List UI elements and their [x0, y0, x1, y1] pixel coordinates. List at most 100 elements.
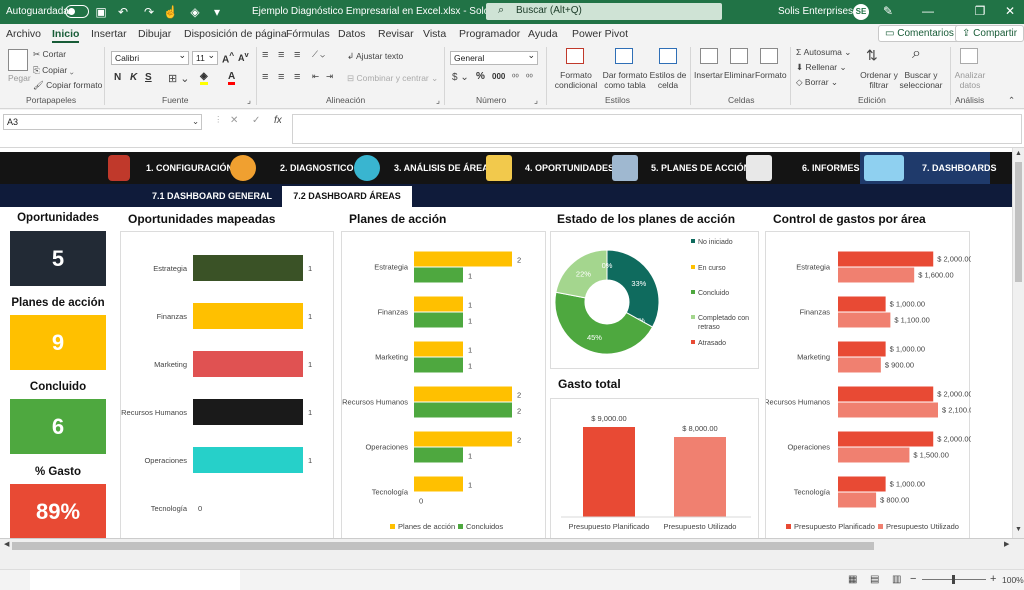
nav-oportunidades[interactable]: 4. OPORTUNIDADES: [525, 152, 614, 184]
orientation-icon[interactable]: ⟋ ⌄: [312, 49, 325, 60]
zoom-level[interactable]: 100%: [1002, 575, 1024, 585]
insert-label[interactable]: Insertar: [694, 70, 723, 80]
borders-icon[interactable]: ⊞ ⌄: [168, 72, 190, 85]
format-table-label[interactable]: Dar formato como tabla: [600, 70, 650, 90]
decrease-decimal-icon[interactable]: ⁰⁰: [526, 72, 533, 83]
align-left-icon[interactable]: ≡: [262, 71, 268, 83]
currency-icon[interactable]: $ ⌄: [452, 72, 469, 83]
scroll-right-icon[interactable]: ▶: [1004, 540, 1009, 548]
number-format-select[interactable]: General: [450, 50, 538, 65]
copy-button[interactable]: ⎘ Copiar ⌄: [33, 65, 74, 76]
customize-qat-icon[interactable]: ▾: [210, 5, 224, 19]
name-box[interactable]: A3: [3, 114, 202, 130]
comma-style-icon[interactable]: 000: [492, 72, 505, 81]
analyze-data-icon[interactable]: [960, 48, 978, 64]
format-cells-icon[interactable]: [760, 48, 778, 64]
restore-icon[interactable]: ❐: [972, 4, 988, 18]
menu-archivo[interactable]: Archivo: [6, 28, 41, 40]
dialog-launcher-icon[interactable]: ⌟: [436, 95, 440, 106]
fill-color-icon[interactable]: ◈: [188, 5, 202, 19]
conditional-format-icon[interactable]: [566, 48, 584, 64]
touch-mode-icon[interactable]: ☝: [163, 5, 178, 19]
cut-button[interactable]: ✂ Cortar: [33, 49, 66, 60]
close-icon[interactable]: ✕: [1002, 4, 1018, 18]
name-box-dropdown-icon[interactable]: ⌄: [192, 116, 199, 127]
dialog-launcher-icon[interactable]: ⌟: [247, 95, 251, 106]
nav-analisis-areas[interactable]: 3. ANÁLISIS DE ÁREAS: [394, 152, 495, 184]
sort-filter-icon[interactable]: ⇅: [866, 47, 878, 64]
hscroll-thumb[interactable]: [12, 542, 874, 550]
menu-revisar[interactable]: Revisar: [378, 28, 414, 40]
cond-format-label[interactable]: Formato condicional: [552, 70, 600, 90]
font-color-icon[interactable]: A: [228, 71, 236, 85]
page-break-icon[interactable]: ▥: [892, 574, 901, 585]
paste-label[interactable]: Pegar: [8, 73, 31, 83]
cell-styles-label[interactable]: Estilos de celda: [648, 70, 688, 90]
page-layout-icon[interactable]: ▤: [870, 574, 879, 585]
insert-cells-icon[interactable]: [700, 48, 718, 64]
decrease-indent-icon[interactable]: ⇤: [312, 71, 319, 82]
format-table-icon[interactable]: [615, 48, 633, 64]
menu-formulas[interactable]: Fórmulas: [286, 28, 330, 40]
nav-dashboards[interactable]: 7. DASHBOARDS: [922, 152, 997, 184]
menu-inicio[interactable]: Inicio: [52, 28, 80, 43]
worksheet[interactable]: 1. CONFIGURACIÓN 2. DIAGNOSTICO 3. ANÁLI…: [0, 148, 1012, 538]
align-top-icon[interactable]: ≡: [262, 49, 268, 61]
underline-icon[interactable]: S: [145, 72, 152, 83]
align-bottom-icon[interactable]: ≡: [294, 49, 300, 61]
avatar[interactable]: SE: [853, 4, 869, 20]
paste-icon[interactable]: [8, 49, 28, 71]
nav-configuracion[interactable]: 1. CONFIGURACIÓN: [146, 152, 233, 184]
collapse-ribbon-icon[interactable]: ⌃: [1008, 95, 1015, 106]
fill-color-icon[interactable]: ◈: [200, 71, 208, 85]
search-box[interactable]: ⌕ Buscar (Alt+Q): [486, 3, 722, 20]
subtab-dashboard-general[interactable]: 7.1 DASHBOARD GENERAL: [150, 186, 274, 207]
nav-planes-accion[interactable]: 5. PLANES DE ACCIÓN: [651, 152, 750, 184]
menu-dibujar[interactable]: Dibujar: [138, 28, 171, 40]
pen-icon[interactable]: ✎: [880, 4, 896, 18]
menu-power-pivot[interactable]: Power Pivot: [572, 28, 628, 40]
autosum-button[interactable]: Σ Autosuma ⌄: [796, 47, 851, 58]
percent-icon[interactable]: %: [476, 71, 485, 82]
scroll-down-icon[interactable]: ▼: [1015, 526, 1022, 533]
horizontal-scrollbar[interactable]: ◀ ▶: [0, 538, 1024, 552]
clear-button[interactable]: ◇ Borrar ⌄: [796, 77, 838, 88]
cancel-icon[interactable]: ✕: [230, 115, 238, 126]
font-name-select[interactable]: Calibri: [111, 50, 189, 65]
format-painter-button[interactable]: 🖌 Copiar formato: [33, 80, 102, 91]
redo-icon[interactable]: ↷: [142, 5, 156, 19]
increase-indent-icon[interactable]: ⇥: [326, 71, 333, 82]
grow-font-icon[interactable]: A^: [222, 50, 234, 65]
save-icon[interactable]: ▣: [94, 5, 108, 19]
find-label[interactable]: Buscar y seleccionar: [896, 70, 946, 90]
autosave-toggle[interactable]: [65, 5, 89, 18]
subtab-dashboard-areas[interactable]: 7.2 DASHBOARD ÁREAS: [282, 186, 412, 207]
nav-diagnostico[interactable]: 2. DIAGNOSTICO: [280, 152, 354, 184]
wrap-text-button[interactable]: ↲ Ajustar texto: [347, 51, 403, 62]
find-icon[interactable]: ⌕: [912, 45, 921, 63]
font-size-select[interactable]: 11: [192, 50, 218, 65]
menu-vista[interactable]: Vista: [423, 28, 446, 40]
cell-styles-icon[interactable]: [659, 48, 677, 64]
nav-informes[interactable]: 6. INFORMES: [802, 152, 860, 184]
scroll-up-icon[interactable]: ▲: [1015, 150, 1022, 157]
shrink-font-icon[interactable]: Av: [238, 50, 249, 63]
formula-input[interactable]: [292, 114, 1022, 144]
normal-view-icon[interactable]: ▦: [848, 574, 857, 585]
align-middle-icon[interactable]: ≡: [278, 49, 284, 61]
format-label[interactable]: Formato: [755, 70, 787, 80]
share-button[interactable]: ⇪ Compartir: [955, 25, 1024, 42]
menu-disposicion[interactable]: Disposición de página: [184, 28, 287, 40]
scroll-thumb[interactable]: [1015, 162, 1022, 282]
menu-programador[interactable]: Programador: [459, 28, 520, 40]
bold-icon[interactable]: N: [114, 72, 121, 83]
merge-button[interactable]: ⊟ Combinar y centrar ⌄: [347, 73, 438, 84]
align-center-icon[interactable]: ≡: [278, 71, 284, 83]
enter-icon[interactable]: ✓: [252, 115, 260, 126]
delete-cells-icon[interactable]: [730, 48, 748, 64]
dialog-launcher-icon[interactable]: ⌟: [534, 95, 538, 106]
zoom-in-icon[interactable]: +: [990, 573, 996, 585]
vertical-scrollbar[interactable]: ▲ ▼: [1012, 148, 1024, 538]
minimize-icon[interactable]: —: [920, 4, 936, 18]
italic-icon[interactable]: K: [130, 72, 137, 83]
